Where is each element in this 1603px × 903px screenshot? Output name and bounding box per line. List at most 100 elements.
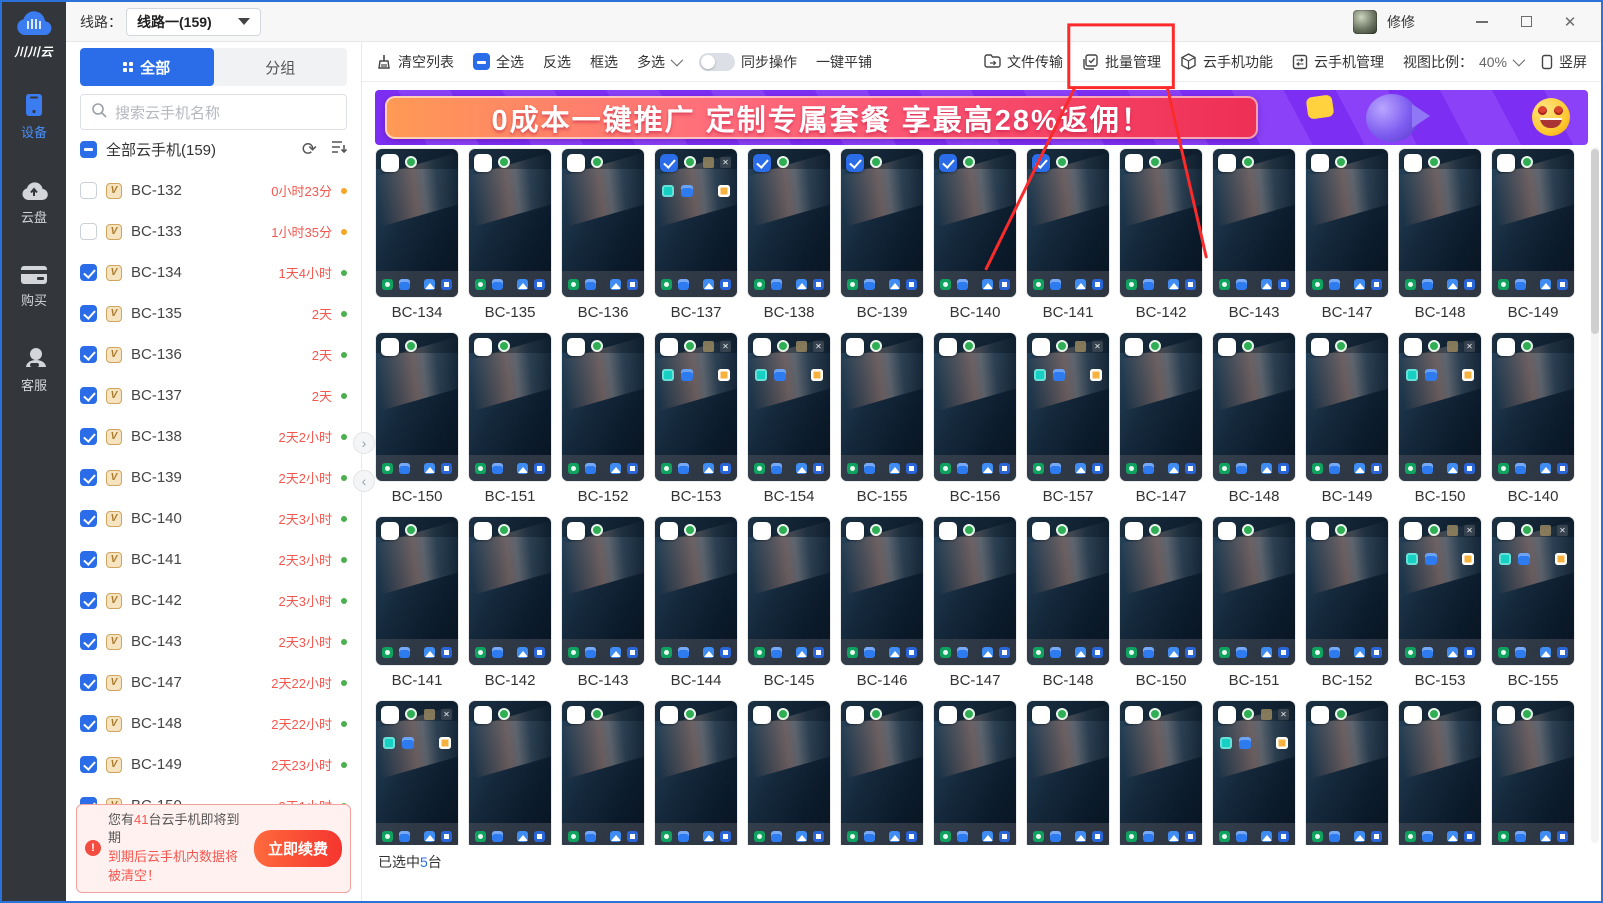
device-list-item[interactable]: VBC-1362天 [66, 334, 361, 375]
phone-screen[interactable] [469, 149, 551, 297]
sync-ops-toggle[interactable] [699, 53, 735, 71]
portrait-mode-button[interactable]: 竖屏 [1541, 52, 1587, 72]
phone-select-checkbox[interactable] [1497, 154, 1515, 172]
phone-card[interactable]: BC-143 [1213, 149, 1295, 322]
promo-banner[interactable]: 0成本一键推广 定制专属套餐 享最高28%返佣！ [375, 90, 1588, 145]
phone-card[interactable] [1399, 701, 1481, 845]
phone-card[interactable]: BC-148 [1213, 333, 1295, 506]
phone-card[interactable]: BC-149 [1492, 149, 1574, 322]
phone-select-checkbox[interactable] [474, 522, 492, 540]
user-avatar[interactable] [1353, 10, 1377, 34]
sidebar-item-devices[interactable]: 设备 [2, 86, 66, 147]
phone-select-checkbox[interactable] [660, 522, 678, 540]
phone-screen[interactable] [562, 333, 644, 481]
phone-screen[interactable]: ✕ [1213, 701, 1295, 845]
maximize-button[interactable] [1509, 8, 1543, 36]
phone-screen[interactable] [1492, 149, 1574, 297]
phone-card[interactable]: BC-141 [376, 517, 458, 690]
phone-card[interactable]: BC-146 [841, 517, 923, 690]
phone-screen[interactable] [1306, 333, 1388, 481]
phone-screen[interactable] [748, 149, 830, 297]
phone-select-checkbox[interactable] [939, 522, 957, 540]
phone-select-checkbox[interactable] [381, 154, 399, 172]
panel-collapse-handle[interactable]: ‹ [353, 470, 375, 492]
search-input[interactable]: 搜索云手机名称 [80, 94, 347, 130]
phone-screen[interactable] [934, 333, 1016, 481]
phone-select-checkbox[interactable] [1404, 338, 1422, 356]
phone-select-checkbox[interactable] [1404, 522, 1422, 540]
phone-screen[interactable] [562, 149, 644, 297]
device-checkbox[interactable] [80, 510, 97, 527]
view-scale-dropdown[interactable]: 视图比例： 40% [1403, 52, 1522, 72]
invert-select-button[interactable]: 反选 [543, 52, 571, 72]
phone-card[interactable]: BC-151 [1213, 517, 1295, 690]
phone-screen[interactable] [934, 701, 1016, 845]
phone-screen[interactable]: ✕ [1027, 333, 1109, 481]
file-transfer-button[interactable]: 文件传输 [984, 52, 1063, 72]
device-checkbox[interactable] [80, 305, 97, 322]
phone-card[interactable] [1120, 701, 1202, 845]
phone-card[interactable]: BC-147 [1306, 149, 1388, 322]
phone-select-checkbox[interactable] [1125, 338, 1143, 356]
phone-screen[interactable] [1027, 701, 1109, 845]
phone-card[interactable]: BC-138 [748, 149, 830, 322]
phone-select-checkbox[interactable] [1032, 338, 1050, 356]
phone-screen[interactable] [934, 517, 1016, 665]
phone-screen[interactable] [1027, 149, 1109, 297]
phone-screen[interactable] [562, 517, 644, 665]
phone-card[interactable]: BC-145 [748, 517, 830, 690]
phone-select-checkbox[interactable] [660, 706, 678, 724]
phone-select-checkbox[interactable] [846, 338, 864, 356]
phone-select-checkbox[interactable] [567, 706, 585, 724]
device-list-item[interactable]: VBC-1372天 [66, 375, 361, 416]
phone-card[interactable]: ✕BC-153 [1399, 517, 1481, 690]
phone-select-checkbox[interactable] [381, 522, 399, 540]
phone-card[interactable]: BC-141 [1027, 149, 1109, 322]
phone-select-checkbox[interactable] [1125, 154, 1143, 172]
renew-now-button[interactable]: 立即续费 [254, 830, 342, 867]
phone-screen[interactable] [841, 701, 923, 845]
phone-select-checkbox[interactable] [1497, 522, 1515, 540]
phone-screen[interactable] [1306, 517, 1388, 665]
phone-screen[interactable] [1120, 517, 1202, 665]
close-button[interactable]: ✕ [1553, 8, 1587, 36]
scrollbar-thumb[interactable] [1591, 149, 1599, 334]
phone-screen[interactable]: ✕ [1399, 333, 1481, 481]
phone-screen[interactable] [841, 333, 923, 481]
phone-select-checkbox[interactable] [1311, 154, 1329, 172]
phone-card[interactable]: BC-142 [1120, 149, 1202, 322]
phone-select-checkbox[interactable] [1032, 154, 1050, 172]
phone-screen[interactable] [469, 701, 551, 845]
phone-screen[interactable] [1120, 333, 1202, 481]
phone-card[interactable]: BC-148 [1399, 149, 1481, 322]
phone-screen[interactable] [748, 701, 830, 845]
phone-screen[interactable] [1213, 517, 1295, 665]
phone-select-checkbox[interactable] [1218, 522, 1236, 540]
line-select-dropdown[interactable]: 线路一(159) [126, 8, 261, 36]
phone-card[interactable] [841, 701, 923, 845]
phone-card[interactable]: BC-142 [469, 517, 551, 690]
phone-screen[interactable]: ✕ [655, 333, 737, 481]
phone-screen[interactable]: ✕ [1399, 517, 1481, 665]
phone-select-checkbox[interactable] [1032, 522, 1050, 540]
phone-select-checkbox[interactable] [846, 154, 864, 172]
phone-screen[interactable] [1213, 149, 1295, 297]
phone-screen[interactable]: ✕ [748, 333, 830, 481]
phone-card[interactable]: BC-150 [376, 333, 458, 506]
phone-screen[interactable] [748, 517, 830, 665]
device-checkbox[interactable] [80, 592, 97, 609]
phone-select-checkbox[interactable] [1497, 706, 1515, 724]
vertical-scrollbar[interactable] [1591, 147, 1599, 843]
phone-select-checkbox[interactable] [381, 338, 399, 356]
tab-groups[interactable]: 分组 [214, 48, 348, 86]
phone-card[interactable] [748, 701, 830, 845]
select-all-checkbox[interactable] [473, 53, 490, 70]
sidebar-item-cloud-disk[interactable]: 云盘 [2, 173, 66, 232]
phone-select-checkbox[interactable] [846, 522, 864, 540]
phone-card[interactable]: BC-148 [1027, 517, 1109, 690]
device-list-item[interactable]: VBC-1320小时23分 [66, 170, 361, 211]
sidebar-item-support[interactable]: 客服 [2, 341, 66, 400]
phone-select-checkbox[interactable] [474, 338, 492, 356]
phone-screen[interactable] [469, 333, 551, 481]
phone-select-checkbox[interactable] [1404, 154, 1422, 172]
